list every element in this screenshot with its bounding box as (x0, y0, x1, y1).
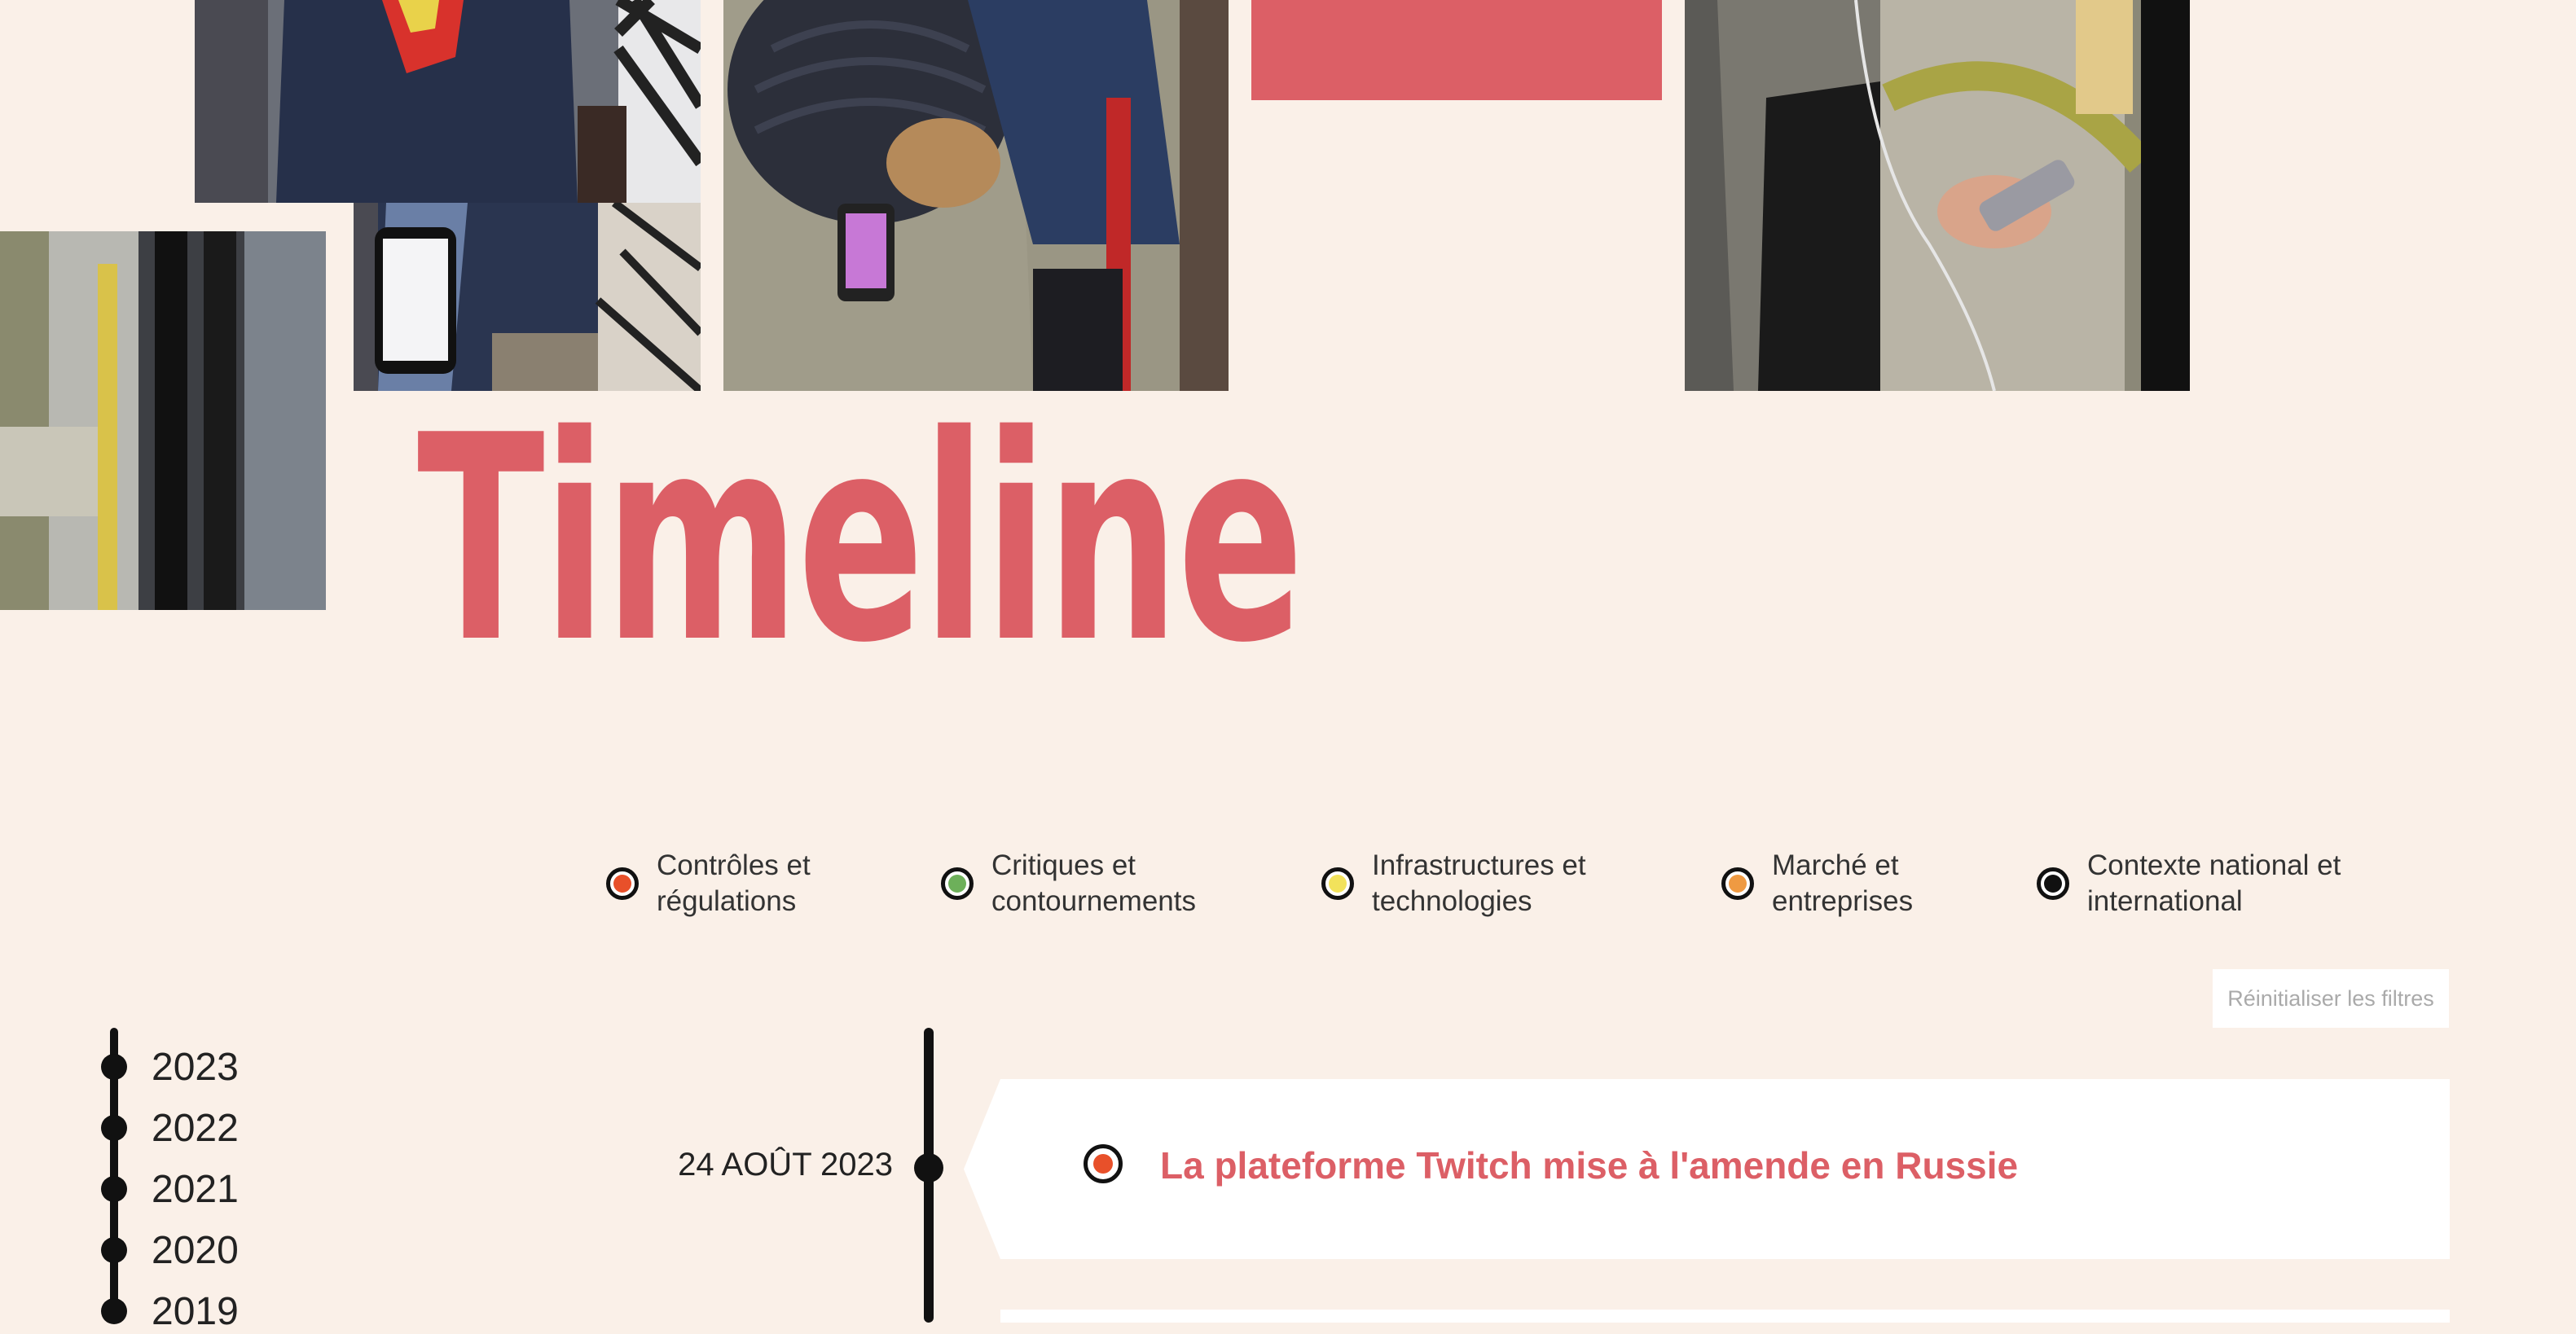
event-category-fill (1093, 1154, 1113, 1174)
category-dot-fill (1729, 875, 1747, 893)
year-nav-item-2022[interactable]: 2022 (101, 1107, 239, 1150)
category-dot-icon (606, 867, 639, 900)
year-dot-icon (101, 1298, 127, 1324)
photo-commuter-phone-seated (195, 0, 701, 203)
timeline-dot-icon (914, 1153, 943, 1183)
category-dot-icon (1321, 867, 1354, 900)
legend-label: Infrastructures et technologies (1372, 849, 1586, 917)
year-nav-item-2020[interactable]: 2020 (101, 1229, 239, 1272)
legend-item-infrastructures-technologies[interactable]: Infrastructures et technologies (1321, 847, 1586, 920)
legend-item-critiques-contournements[interactable]: Critiques et contournements (941, 847, 1196, 920)
legend-label: Contexte national et international (2087, 849, 2341, 917)
photo-commuter-phone-hands (354, 203, 701, 391)
year-label: 2023 (152, 1045, 239, 1089)
category-dot-fill (2044, 875, 2062, 893)
legend-label: Critiques et contournements (991, 849, 1196, 917)
legend-item-contexte-national-international[interactable]: Contexte national et international (2037, 847, 2341, 920)
year-label: 2020 (152, 1228, 239, 1272)
legend-item-marche-entreprises[interactable]: Marché et entreprises (1721, 847, 1913, 920)
legend-item-controles-regulations[interactable]: Contrôles et régulations (606, 847, 811, 920)
decorative-red-block (1251, 0, 1662, 100)
category-dot-icon (2037, 867, 2069, 900)
year-label: 2021 (152, 1167, 239, 1211)
category-dot-icon (941, 867, 974, 900)
page-title: Timeline (417, 375, 1304, 705)
category-dot-fill (948, 875, 966, 893)
year-nav-item-2021[interactable]: 2021 (101, 1168, 239, 1211)
year-label: 2022 (152, 1106, 239, 1150)
event-date: 24 AOÛT 2023 (678, 1147, 893, 1183)
category-dot-fill (613, 875, 631, 893)
year-dot-icon (101, 1176, 127, 1202)
legend-label: Contrôles et régulations (657, 849, 811, 917)
category-dot-fill (1329, 875, 1347, 893)
year-label: 2019 (152, 1289, 239, 1333)
photo-commuter-earphones (1685, 0, 2190, 391)
year-nav-item-2019[interactable]: 2019 (101, 1290, 239, 1333)
year-dot-icon (101, 1115, 127, 1141)
category-dot-icon (1721, 867, 1754, 900)
event-card-next[interactable] (1000, 1310, 2450, 1323)
reset-filters-button[interactable]: Réinitialiser les filtres (2213, 969, 2449, 1028)
event-category-icon (1084, 1144, 1123, 1183)
legend-label: Marché et entreprises (1772, 849, 1914, 917)
year-nav-item-2023[interactable]: 2023 (101, 1046, 239, 1089)
photo-commuter-phone-beanie (723, 0, 1229, 391)
year-dot-icon (101, 1237, 127, 1263)
year-dot-icon (101, 1054, 127, 1080)
photo-bus-door (0, 231, 326, 610)
event-title-link[interactable]: La plateforme Twitch mise à l'amende en … (1160, 1143, 2018, 1187)
